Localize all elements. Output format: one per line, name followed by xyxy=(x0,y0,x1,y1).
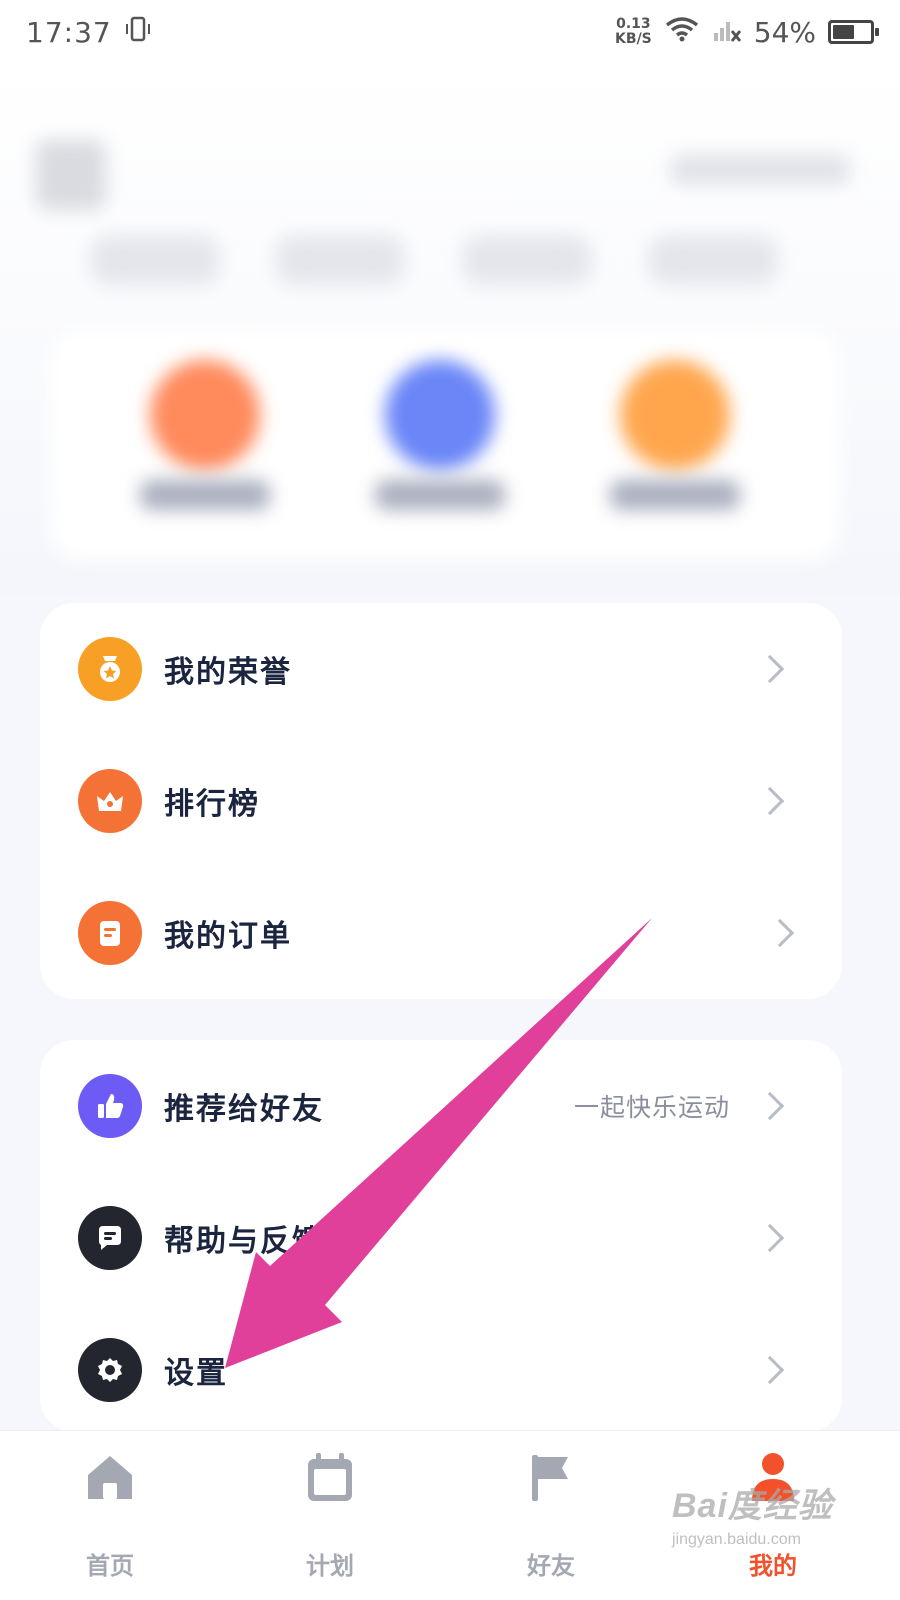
menu-card-1: 我的荣誉 排行榜 我的订单 xyxy=(40,603,842,999)
profile-name[interactable] xyxy=(670,155,850,185)
chevron-right-icon xyxy=(755,1355,785,1385)
quick-action-icon[interactable] xyxy=(385,360,495,470)
nav-tab-friends[interactable]: 好友 xyxy=(496,1451,606,1581)
home-icon xyxy=(88,1456,132,1499)
gear-icon xyxy=(78,1338,142,1402)
menu-item-label: 排行榜 xyxy=(164,787,260,822)
stat-item[interactable] xyxy=(275,235,405,285)
nav-label: 计划 xyxy=(306,1551,354,1580)
medal-icon xyxy=(78,637,142,701)
quick-action-label xyxy=(610,480,740,510)
menu-item-label: 帮助与反馈 xyxy=(164,1224,324,1259)
menu-item-subtitle: 一起快乐运动 xyxy=(573,1093,730,1122)
menu-item-label: 设置 xyxy=(164,1356,228,1391)
battery-level xyxy=(833,25,854,39)
stat-item[interactable] xyxy=(648,235,778,285)
nav-tab-mine[interactable]: 我的 xyxy=(718,1451,828,1581)
quick-action-icon[interactable] xyxy=(620,360,730,470)
menu-item-label: 我的订单 xyxy=(164,919,292,954)
flag-icon xyxy=(532,1455,568,1501)
menu-item-settings[interactable]: 设置 xyxy=(40,1304,842,1436)
stat-item[interactable] xyxy=(90,235,220,285)
status-time: 17:37 xyxy=(26,15,112,49)
nav-tab-home[interactable]: 首页 xyxy=(55,1451,165,1581)
chevron-right-icon xyxy=(755,1223,785,1253)
menu-item-help-feedback[interactable]: 帮助与反馈 xyxy=(40,1172,842,1304)
nav-tab-plan[interactable]: 计划 xyxy=(275,1451,385,1581)
signal-icon xyxy=(712,15,742,50)
network-speed-unit: KB/S xyxy=(615,31,652,47)
chat-icon xyxy=(78,1206,142,1270)
nav-label: 好友 xyxy=(527,1551,575,1580)
network-speed: 0.13 KB/S xyxy=(615,17,652,47)
calendar-icon xyxy=(308,1453,352,1501)
battery-percent: 54% xyxy=(753,15,816,49)
network-speed-value: 0.13 xyxy=(616,16,651,32)
vibrate-icon xyxy=(124,15,152,50)
menu-item-label: 推荐给好友 xyxy=(164,1092,324,1127)
chevron-right-icon xyxy=(755,654,785,684)
quick-action-label xyxy=(140,480,270,510)
chevron-right-icon xyxy=(755,1091,785,1121)
menu-card-2: 推荐给好友 一起快乐运动 帮助与反馈 设置 xyxy=(40,1040,842,1432)
clipboard-icon xyxy=(78,901,142,965)
wifi-icon xyxy=(664,15,700,50)
menu-item-orders[interactable]: 我的订单 xyxy=(40,867,842,999)
quick-action-label xyxy=(375,480,505,510)
person-icon xyxy=(752,1453,794,1501)
stat-item[interactable] xyxy=(462,235,592,285)
status-bar: 17:37 0.13 KB/S 54% xyxy=(0,0,900,64)
quick-action-icon[interactable] xyxy=(150,360,260,470)
nav-label: 首页 xyxy=(86,1551,134,1580)
menu-item-honor[interactable]: 我的荣誉 xyxy=(40,603,842,735)
crown-icon xyxy=(78,769,142,833)
chevron-right-icon xyxy=(765,918,795,948)
thumbs-up-icon xyxy=(78,1074,142,1138)
avatar[interactable] xyxy=(36,140,106,210)
bottom-nav: 首页 计划 好友 我的 xyxy=(0,1430,900,1600)
menu-item-recommend[interactable]: 推荐给好友 一起快乐运动 xyxy=(40,1040,842,1172)
menu-item-leaderboard[interactable]: 排行榜 xyxy=(40,735,842,867)
menu-item-label: 我的荣誉 xyxy=(164,655,292,690)
battery-icon xyxy=(828,20,879,44)
nav-label: 我的 xyxy=(749,1551,797,1580)
chevron-right-icon xyxy=(755,786,785,816)
